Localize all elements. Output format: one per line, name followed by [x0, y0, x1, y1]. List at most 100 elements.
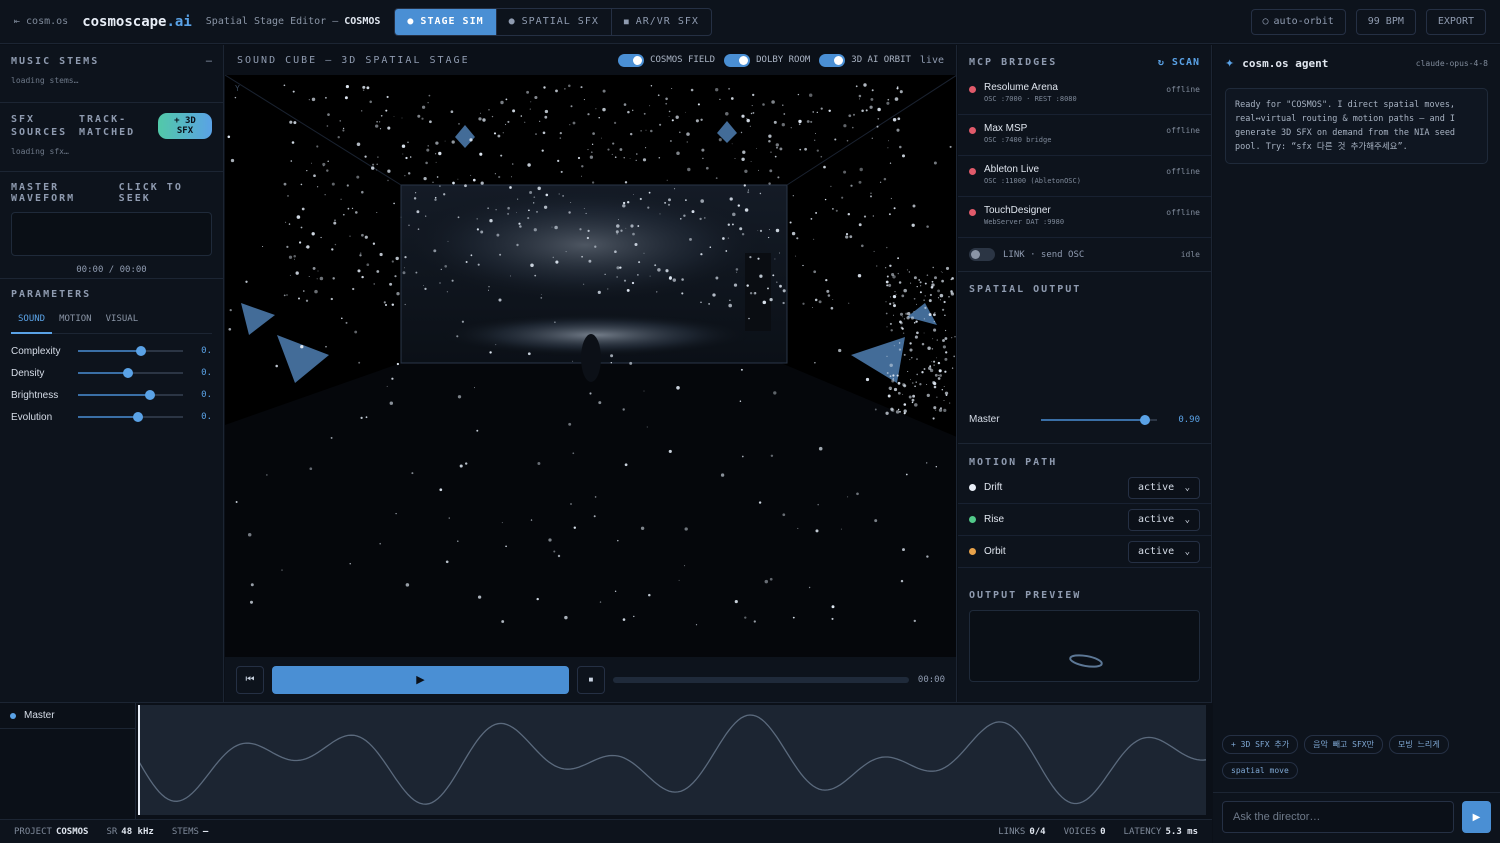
axis-label: Y	[235, 84, 240, 93]
suggestion-chip[interactable]: 모빙 느리게	[1388, 735, 1449, 754]
parameters-section: PARAMETERS SOUND MOTION VISUAL Complexit…	[0, 279, 223, 438]
play-icon: ▶	[416, 674, 425, 686]
parameter-row: Evolution 0.	[11, 406, 212, 428]
collapse-icon[interactable]: –	[206, 55, 212, 67]
subtitle-text: Spatial Stage Editor —	[205, 16, 339, 27]
status-label: VOICES	[1063, 826, 1097, 837]
suggestion-chips: + 3D SFX 추가 음악 빼고 SFX만 모빙 느리게 spatial mo…	[1222, 735, 1484, 779]
status-label: LINKS	[998, 826, 1026, 837]
status-dot-icon	[969, 209, 976, 216]
status-value: 0/4	[1029, 826, 1046, 837]
osc-link-status: idle	[1180, 250, 1200, 259]
master-output-value: 0.90	[1178, 414, 1200, 425]
motion-path-select[interactable]: active ⌄	[1128, 476, 1200, 499]
dolby-room-toggle[interactable]	[724, 53, 751, 67]
playback-progress[interactable]	[612, 676, 909, 683]
send-button[interactable]: ▶	[1462, 801, 1491, 833]
parameter-slider[interactable]	[77, 412, 184, 422]
agent-panel: ✦ cosm.os agent claude-opus-4-8 Ready fo…	[1213, 45, 1500, 843]
master-waveform[interactable]	[11, 212, 212, 256]
stems-status: loading stems…	[11, 76, 79, 85]
parameter-slider[interactable]	[77, 346, 184, 356]
bpm-button[interactable]: 99 BPM	[1355, 8, 1416, 35]
suggestion-chip[interactable]: + 3D SFX 추가	[1222, 735, 1299, 754]
osc-link-label: LINK · send OSC	[1003, 249, 1085, 260]
play-button[interactable]: ▶	[271, 665, 569, 694]
project-name: COSMOS	[344, 16, 381, 27]
tab-visual[interactable]: VISUAL	[99, 314, 146, 334]
parameter-value: 0.	[201, 390, 212, 400]
mode-spatial-sfx[interactable]: ● SPATIAL SFX	[497, 8, 612, 35]
status-project: PROJECT COSMOS	[14, 827, 88, 837]
parameters-title: PARAMETERS	[11, 289, 92, 300]
top-bar: ⇤ cosm.os cosmoscape.ai Spatial Stage Ed…	[0, 0, 1500, 44]
live-indicator: live	[919, 54, 944, 66]
motion-path-select[interactable]: active ⌄	[1128, 540, 1200, 563]
click-to-seek-hint: CLICK TO SEEK	[118, 182, 183, 204]
chevron-down-icon: ⌄	[1184, 514, 1190, 525]
motion-dot-icon	[969, 484, 976, 491]
sfx-sources-title: SFX SOURCES	[11, 114, 68, 138]
ask-director-input[interactable]	[1222, 801, 1454, 833]
bridge-endpoint: OSC :7000 · REST :8080	[984, 95, 1077, 103]
track-header: Master	[0, 703, 136, 820]
parameter-tabs: SOUND MOTION VISUAL	[11, 314, 212, 334]
tab-motion[interactable]: MOTION	[52, 314, 99, 334]
mode-ar-vr-sfx[interactable]: ■ AR/VR SFX	[612, 9, 711, 35]
timeline: Master	[0, 702, 1212, 820]
scan-button[interactable]: ↻ SCAN	[1158, 57, 1200, 68]
sfx-status: loading sfx…	[11, 147, 69, 156]
export-button[interactable]: EXPORT	[1425, 8, 1486, 35]
motion-path-row: Drift active ⌄	[958, 472, 1211, 504]
ai-orbit-toggle[interactable]	[819, 53, 846, 67]
master-track-waveform[interactable]	[138, 705, 1208, 817]
app-logo: cosmoscape.ai	[82, 14, 192, 30]
music-stems-title: MUSIC STEMS	[11, 55, 100, 67]
auto-orbit-button[interactable]: ○ auto-orbit	[1250, 8, 1346, 35]
output-preview-title: OUTPUT PREVIEW	[969, 590, 1082, 601]
bridge-status: offline	[1166, 208, 1200, 217]
bridge-row[interactable]: TouchDesigner WebServer DAT :9980 offline	[958, 197, 1211, 238]
mode-stage-sim[interactable]: ● STAGE SIM	[395, 8, 497, 35]
skip-back-button[interactable]: ⏮	[236, 665, 264, 694]
right-panel: MCP BRIDGES ↻ SCAN Resolume Arena OSC :70…	[958, 45, 1212, 702]
suggestion-chip[interactable]: 음악 빼고 SFX만	[1304, 735, 1383, 754]
stop-button[interactable]: ■	[576, 665, 605, 694]
motion-dot-icon	[969, 516, 976, 523]
left-panel: MUSIC STEMS – loading stems… SFX SOURCES…	[0, 45, 224, 702]
mode-label: SPATIAL SFX	[521, 16, 599, 27]
agent-title: cosm.os agent	[1242, 57, 1329, 70]
bridge-row[interactable]: Max MSP OSC :7400 bridge offline	[958, 115, 1211, 156]
mode-switcher: ● STAGE SIM ● SPATIAL SFX ■ AR/VR SFX	[394, 7, 712, 36]
toggle-label: DOLBY ROOM	[756, 55, 811, 65]
tab-sound[interactable]: SOUND	[11, 314, 53, 334]
square-icon: ■	[623, 17, 630, 26]
status-value: 48 kHz	[121, 826, 154, 837]
bridge-row[interactable]: Ableton Live OSC :11000 (AbletonOSC) offli…	[958, 156, 1211, 197]
stage-title: SOUND CUBE — 3D SPATIAL STAGE	[237, 54, 470, 66]
osc-link-row: LINK · send OSC idle	[958, 238, 1211, 272]
stage-header: SOUND CUBE — 3D SPATIAL STAGE COSMOS FIE…	[225, 45, 956, 75]
parameter-value: 0.	[201, 346, 212, 356]
parameter-slider[interactable]	[77, 390, 184, 400]
home-breadcrumb[interactable]: ⇤ cosm.os	[14, 16, 68, 27]
preview-orbit-graphic	[1069, 654, 1103, 668]
brand-name: cosmoscape	[82, 13, 167, 30]
bridge-name: Resolume Arena	[984, 82, 1058, 93]
parameter-label: Evolution	[11, 411, 53, 423]
parameter-slider[interactable]	[77, 368, 184, 378]
motion-path-select[interactable]: active ⌄	[1128, 508, 1200, 531]
master-waveform-section: MASTER WAVEFORM CLICK TO SEEK 00:00 / 00…	[0, 172, 223, 279]
parameter-label: Complexity	[11, 345, 61, 357]
motion-path-title: MOTION PATH	[969, 457, 1058, 468]
cosmos-field-toggle[interactable]	[618, 53, 645, 67]
sound-cube-stage[interactable]: SOUND CUBE — 3D SPATIAL STAGE COSMOS FIE…	[225, 45, 957, 657]
master-output-slider[interactable]	[1041, 414, 1157, 425]
sfx-sources-section: SFX SOURCES TRACK-MATCHED + 3D SFX loadi…	[0, 103, 223, 172]
add-3d-sfx-button[interactable]: + 3D SFX	[158, 113, 212, 139]
status-sample-rate: SR 48 kHz	[106, 827, 153, 837]
agent-model: claude-opus-4-8	[1415, 59, 1488, 68]
bridge-row[interactable]: Resolume Arena OSC :7000 · REST :8080 offl…	[958, 74, 1211, 115]
suggestion-chip[interactable]: spatial move	[1222, 762, 1298, 779]
osc-link-toggle[interactable]	[969, 248, 995, 261]
